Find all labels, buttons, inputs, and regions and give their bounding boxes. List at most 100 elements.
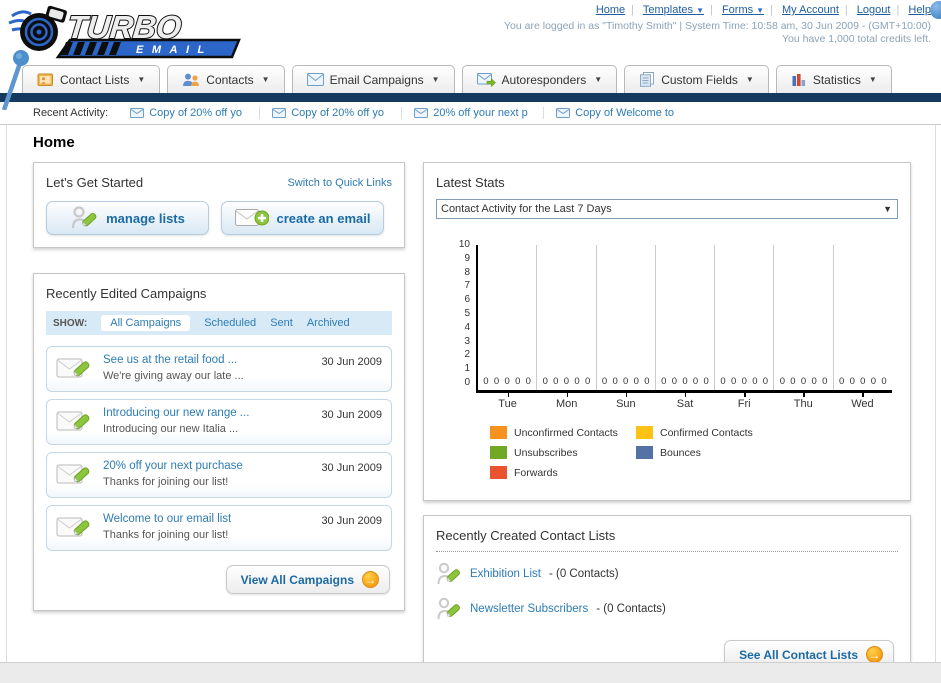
x-axis-label: Thu: [774, 393, 833, 410]
create-email-label: create an email: [276, 210, 371, 226]
show-label: SHOW:: [53, 317, 88, 329]
tab-contacts[interactable]: Contacts ▼: [167, 65, 285, 93]
legend-swatch: [636, 446, 653, 459]
contact-list-link[interactable]: Newsletter Subscribers: [470, 603, 588, 615]
chart-value-labels: 00000: [537, 376, 595, 387]
chart-value: 0: [525, 376, 531, 387]
chart-value-labels: 00000: [656, 376, 714, 387]
legend-swatch: [490, 446, 507, 459]
manage-lists-button[interactable]: manage lists: [46, 201, 209, 235]
envelope-pencil-icon: [56, 411, 90, 431]
envelope-pencil-icon: [56, 517, 90, 537]
chart-day-group: 00000: [774, 245, 834, 390]
recent-activity-item[interactable]: Copy of 20% off yo: [272, 107, 403, 119]
contact-list-row[interactable]: Newsletter Subscribers - (0 Contacts): [436, 596, 898, 622]
chart-value-labels: 00000: [597, 376, 655, 387]
campaign-title-link[interactable]: Welcome to our email list: [103, 513, 321, 525]
chart-day-group: 00000: [715, 245, 775, 390]
envelope-pencil-icon: [56, 358, 90, 378]
chart-y-axis: 10 9 8 7 6 5 4 3 2 1 0: [450, 240, 480, 388]
chevron-down-icon: ▼: [696, 6, 705, 15]
filter-scheduled[interactable]: Scheduled: [204, 317, 256, 329]
campaign-date: 30 Jun 2009: [321, 462, 382, 474]
link-separator: |: [770, 4, 773, 16]
chart-value: 0: [752, 376, 758, 387]
turbo-email-logo-icon: TURBO EMAIL: [8, 5, 241, 59]
chart-value: 0: [493, 376, 500, 387]
chevron-down-icon: ▼: [431, 75, 440, 84]
create-email-button[interactable]: create an email: [221, 201, 384, 235]
legend-label: Unsubscribes: [514, 446, 578, 459]
page: TURBO EMAIL Home | Templates ▼ | Forms ▼ | …: [0, 0, 941, 683]
legend-item: Unsubscribes: [490, 446, 636, 459]
chart-value: 0: [612, 376, 618, 387]
arrow-right-icon: →: [362, 571, 379, 588]
stats-period-select[interactable]: Contact Activity for the Last 7 Days ▼: [436, 199, 898, 219]
get-started-title: Let's Get Started: [46, 175, 144, 190]
legend-item: Confirmed Contacts: [636, 426, 782, 439]
contact-lists-title: Recently Created Contact Lists: [436, 528, 898, 552]
link-logout[interactable]: Logout: [857, 4, 891, 16]
recent-activity-item[interactable]: 20% off your next p: [414, 107, 545, 119]
filter-sent[interactable]: Sent: [270, 317, 293, 329]
campaign-row[interactable]: Welcome to our email list Thanks for joi…: [46, 505, 392, 551]
header-right: Home | Templates ▼ | Forms ▼ | My Account | …: [504, 4, 931, 45]
filter-all-campaigns[interactable]: All Campaigns: [101, 315, 191, 331]
chart-value: 0: [515, 376, 521, 387]
chart-value: 0: [838, 376, 845, 387]
tab-statistics[interactable]: Statistics ▼: [775, 65, 892, 93]
y-axis-tick: 4: [450, 322, 480, 333]
link-forms[interactable]: Forms ▼: [722, 4, 764, 16]
get-started-panel: Let's Get Started Switch to Quick Links …: [33, 162, 405, 248]
campaign-row[interactable]: See us at the retail food ... We're givi…: [46, 346, 392, 392]
recent-activity-item[interactable]: Copy of 20% off yo: [130, 107, 261, 119]
campaign-title-link[interactable]: 20% off your next purchase: [103, 460, 321, 472]
legend-label: Unconfirmed Contacts: [514, 426, 618, 439]
y-axis-tick: 9: [450, 253, 480, 264]
chart-value: 0: [703, 376, 709, 387]
campaign-subtitle: Thanks for joining our list!: [103, 529, 229, 541]
tab-label: Contacts: [206, 72, 254, 87]
chart-legend: Unconfirmed Contacts Confirmed Contacts Un…: [490, 426, 892, 486]
navy-divider-bar: [0, 93, 941, 102]
campaign-row[interactable]: Introducing our new range ... Introducin…: [46, 399, 392, 445]
campaign-subtitle: Thanks for joining our list!: [103, 476, 229, 488]
chart-value: 0: [860, 376, 866, 387]
chevron-down-icon: ▼: [756, 6, 765, 15]
chart-value: 0: [720, 376, 726, 387]
link-help[interactable]: Help: [908, 4, 931, 16]
chart-value: 0: [682, 376, 688, 387]
campaign-title-link[interactable]: Introducing our new range ...: [103, 407, 321, 419]
link-templates[interactable]: Templates ▼: [643, 4, 704, 16]
chart-value: 0: [881, 376, 887, 387]
tab-email-campaigns[interactable]: Email Campaigns ▼: [291, 65, 455, 93]
tab-custom-fields[interactable]: Custom Fields ▼: [624, 65, 769, 93]
filter-archived[interactable]: Archived: [307, 317, 350, 329]
campaign-title-link[interactable]: See us at the retail food ...: [103, 354, 321, 366]
chart-value: 0: [633, 376, 639, 387]
chart-value: 0: [623, 376, 629, 387]
chart-value: 0: [692, 376, 699, 387]
tab-autoresponders[interactable]: Autoresponders ▼: [461, 65, 618, 93]
link-my-account[interactable]: My Account: [782, 4, 839, 16]
y-axis-tick: 2: [450, 350, 480, 360]
view-all-campaigns-button[interactable]: View All Campaigns →: [225, 565, 390, 594]
chart-value: 0: [553, 376, 559, 387]
chart-value-labels: 00000: [715, 376, 773, 387]
chart-day-group: 00000: [597, 245, 656, 390]
tab-contact-lists[interactable]: Contact Lists ▼: [22, 65, 161, 93]
recent-activity-item[interactable]: Copy of Welcome to: [556, 107, 686, 119]
campaign-list: See us at the retail food ... We're givi…: [46, 346, 392, 551]
contact-list-row[interactable]: Exhibition List - (0 Contacts): [436, 561, 898, 587]
contact-list-link[interactable]: Exhibition List: [470, 568, 541, 580]
person-pencil-icon: [72, 206, 97, 229]
x-axis-label: Wed: [833, 393, 892, 410]
campaign-row[interactable]: 20% off your next purchase Thanks for jo…: [46, 452, 392, 498]
tab-label: Email Campaigns: [329, 72, 424, 87]
switch-quick-links[interactable]: Switch to Quick Links: [287, 177, 392, 189]
chart-value: 0: [671, 376, 678, 387]
y-axis-tick: 10: [450, 240, 480, 250]
link-home[interactable]: Home: [596, 4, 625, 16]
envelope-pencil-icon: [56, 464, 90, 484]
chart-value: 0: [483, 376, 489, 387]
